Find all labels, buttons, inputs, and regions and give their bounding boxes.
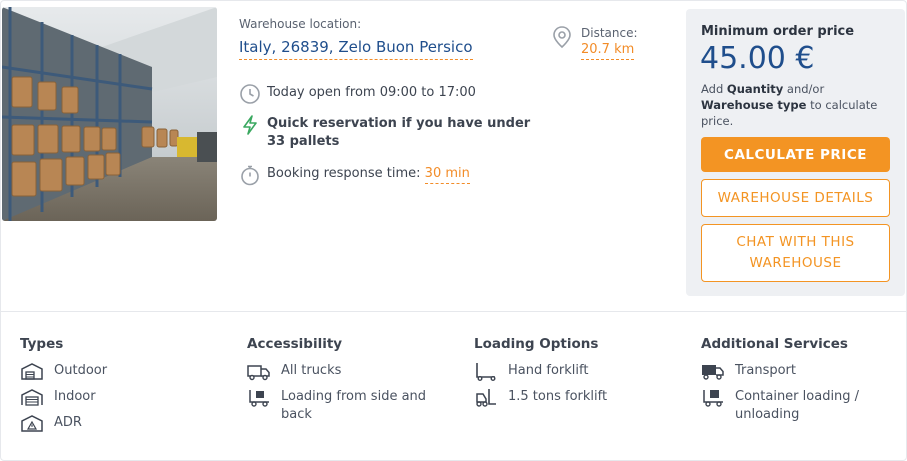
- additional-services-title: Additional Services: [701, 336, 848, 352]
- forklift-icon: [474, 388, 498, 407]
- container-loading-icon: [701, 388, 725, 407]
- warehouse-photo[interactable]: [2, 7, 217, 221]
- transport-truck-icon: [701, 362, 725, 381]
- calculate-price-button[interactable]: CALCULATE PRICE: [701, 137, 890, 172]
- price-note-prefix: Add: [701, 82, 724, 96]
- adr-warning-icon: [20, 414, 44, 433]
- price-note-quantity: Quantity: [726, 82, 784, 96]
- loading-item-hand-forklift: Hand forklift: [474, 362, 607, 381]
- opening-hours: Today open from 09:00 to 17:00: [239, 83, 476, 105]
- accessibility-label: Loading from side and back: [281, 389, 427, 422]
- accessibility-item-side-loading: Loading from side and back: [247, 388, 447, 424]
- type-label: Outdoor: [54, 363, 108, 378]
- min-price-value: 45.00 €: [700, 41, 815, 76]
- accessibility-item-trucks: All trucks: [247, 362, 447, 381]
- warehouse-card: Warehouse location: Italy, 26839, Zelo B…: [0, 0, 907, 461]
- outdoor-warehouse-icon: [20, 362, 44, 381]
- type-label: Indoor: [54, 389, 96, 404]
- accessibility-title: Accessibility: [247, 336, 343, 352]
- service-item-transport: Transport: [701, 362, 891, 381]
- price-note-type: Warehouse type: [701, 98, 807, 112]
- type-item-indoor: Indoor: [20, 388, 107, 407]
- distance-block: Distance: 20.7 km: [551, 25, 651, 65]
- warehouse-details-button[interactable]: WAREHOUSE DETAILS: [701, 179, 890, 217]
- types-title: Types: [20, 336, 64, 352]
- section-divider: [1, 311, 907, 312]
- loading-label: Hand forklift: [508, 363, 589, 378]
- price-panel: Minimum order price 45.00 € Add Quantity…: [686, 9, 905, 296]
- min-price-label: Minimum order price: [701, 24, 855, 39]
- loading-label: 1.5 tons forklift: [508, 389, 608, 404]
- clock-icon: [239, 83, 261, 105]
- loading-item-forklift: 1.5 tons forklift: [474, 388, 607, 407]
- type-item-outdoor: Outdoor: [20, 362, 107, 381]
- hand-forklift-icon: [474, 362, 498, 381]
- side-loading-icon: [247, 388, 271, 407]
- chat-warehouse-button[interactable]: CHAT WITH THIS WAREHOUSE: [701, 224, 890, 282]
- map-pin-icon: [551, 25, 573, 53]
- type-label: ADR: [54, 415, 82, 430]
- booking-response-value: 30 min: [424, 166, 470, 184]
- booking-response-label: Booking response time:: [267, 166, 421, 181]
- chat-warehouse-label: CHAT WITH THIS WAREHOUSE: [736, 234, 855, 271]
- additional-services-section: Additional Services Transport Container …: [701, 336, 891, 431]
- location-value[interactable]: Italy, 26839, Zelo Buon Persico: [239, 38, 473, 60]
- quick-reservation-text: Quick reservation if you have under 33 p…: [267, 116, 531, 149]
- indoor-warehouse-icon: [20, 388, 44, 407]
- truck-icon: [247, 362, 271, 381]
- service-label: Container loading / unloading: [735, 389, 860, 422]
- service-item-container-loading: Container loading / unloading: [701, 388, 891, 424]
- stopwatch-icon: [239, 164, 261, 186]
- distance-value: 20.7 km: [581, 42, 635, 60]
- price-note-middle: and/or: [786, 82, 825, 96]
- distance-label: Distance:: [581, 26, 638, 40]
- service-label: Transport: [735, 363, 797, 378]
- opening-hours-text: Today open from 09:00 to 17:00: [267, 85, 476, 100]
- loading-options-title: Loading Options: [474, 336, 599, 352]
- quick-reservation: Quick reservation if you have under 33 p…: [239, 114, 539, 151]
- loading-options-section: Loading Options Hand forklift 1.5 tons f…: [474, 336, 607, 414]
- location-label: Warehouse location:: [239, 17, 362, 31]
- price-note: Add Quantity and/or Warehouse type to ca…: [701, 81, 896, 129]
- accessibility-label: All trucks: [281, 363, 342, 378]
- type-item-adr: ADR: [20, 414, 107, 433]
- booking-response: Booking response time: 30 min: [239, 164, 470, 186]
- accessibility-section: Accessibility All trucks Loading from si…: [247, 336, 447, 431]
- lightning-icon: [239, 114, 261, 136]
- types-section: Types Outdoor Indoor ADR: [20, 336, 107, 440]
